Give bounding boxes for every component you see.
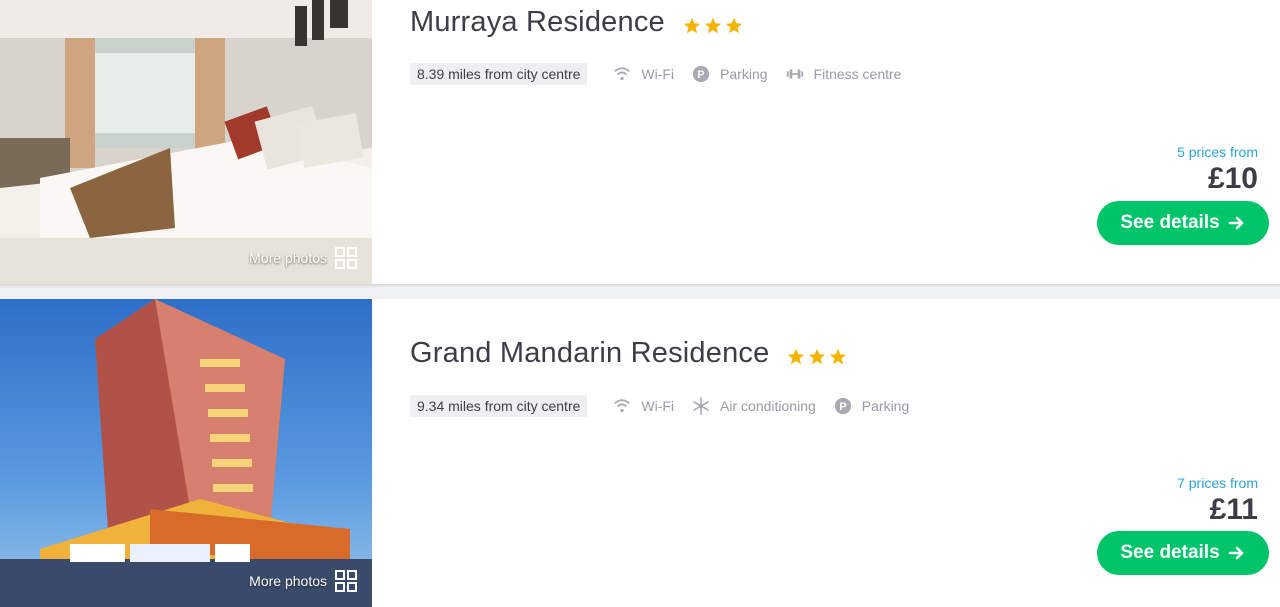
- svg-text:P: P: [697, 69, 704, 81]
- star-icon: [704, 17, 721, 33]
- star-icon: [809, 348, 826, 364]
- see-details-label: See details: [1120, 542, 1220, 563]
- amenity-label: Parking: [861, 398, 910, 414]
- hotel-name[interactable]: Grand Mandarin Residence: [410, 337, 769, 370]
- star-icon: [683, 17, 700, 33]
- see-details-label: See details: [1120, 212, 1220, 233]
- building-photo: [0, 299, 372, 607]
- wifi-icon: [614, 399, 631, 413]
- amenity-label: Wi-Fi: [641, 398, 675, 414]
- prices-from-link[interactable]: 7 prices from: [1177, 475, 1258, 491]
- prices-from-link[interactable]: 5 prices from: [1177, 144, 1258, 160]
- amenity-parking: P Parking: [834, 397, 909, 415]
- more-photos-link[interactable]: More photos: [249, 247, 357, 269]
- parking-icon: P: [692, 65, 710, 83]
- see-details-button[interactable]: See details: [1097, 201, 1269, 245]
- hotel-name[interactable]: Murraya Residence: [410, 6, 665, 39]
- hotel-card[interactable]: More photos Grand Mandarin Residence 9.3…: [0, 299, 1280, 607]
- snowflake-icon: [693, 397, 709, 415]
- grid-icon: [335, 247, 357, 269]
- star-icon: [725, 17, 742, 33]
- star-icon: [788, 348, 805, 364]
- hotel-photo[interactable]: More photos: [0, 0, 372, 284]
- wifi-icon: [614, 67, 631, 81]
- amenity-parking: P Parking: [692, 65, 768, 83]
- amenity-fitness: Fitness centre: [786, 65, 902, 83]
- bedroom-photo: [0, 0, 372, 284]
- price-block: 5 prices from £10: [1177, 144, 1258, 196]
- price-block: 7 prices from £11: [1177, 475, 1258, 527]
- amenity-label: Air conditioning: [720, 398, 816, 414]
- distance-badge: 8.39 miles from city centre: [410, 63, 588, 85]
- price-value: £10: [1207, 162, 1258, 195]
- parking-icon: P: [834, 397, 851, 415]
- arrow-right-icon: [1228, 216, 1243, 230]
- hotel-card[interactable]: More photos Murraya Residence 8.39 miles…: [0, 0, 1280, 284]
- more-photos-label: More photos: [249, 250, 327, 266]
- amenity-wifi: Wi-Fi: [613, 65, 674, 83]
- star-rating: [787, 348, 847, 366]
- star-rating: [683, 17, 743, 35]
- amenity-label: Fitness centre: [813, 66, 902, 82]
- amenity-label: Wi-Fi: [641, 66, 675, 82]
- grid-icon: [335, 570, 357, 592]
- more-photos-link[interactable]: More photos: [249, 570, 357, 592]
- see-details-button[interactable]: See details: [1097, 531, 1269, 575]
- amenity-air-conditioning: Air conditioning: [692, 397, 816, 415]
- dumbbell-icon: [786, 69, 803, 79]
- hotel-photo[interactable]: More photos: [0, 299, 372, 607]
- more-photos-label: More photos: [249, 573, 327, 589]
- star-icon: [830, 348, 847, 364]
- svg-text:P: P: [839, 401, 846, 413]
- amenity-wifi: Wi-Fi: [613, 397, 674, 415]
- distance-badge: 9.34 miles from city centre: [410, 395, 588, 417]
- amenity-label: Parking: [720, 66, 768, 82]
- arrow-right-icon: [1228, 546, 1243, 560]
- price-value: £11: [1209, 493, 1258, 526]
